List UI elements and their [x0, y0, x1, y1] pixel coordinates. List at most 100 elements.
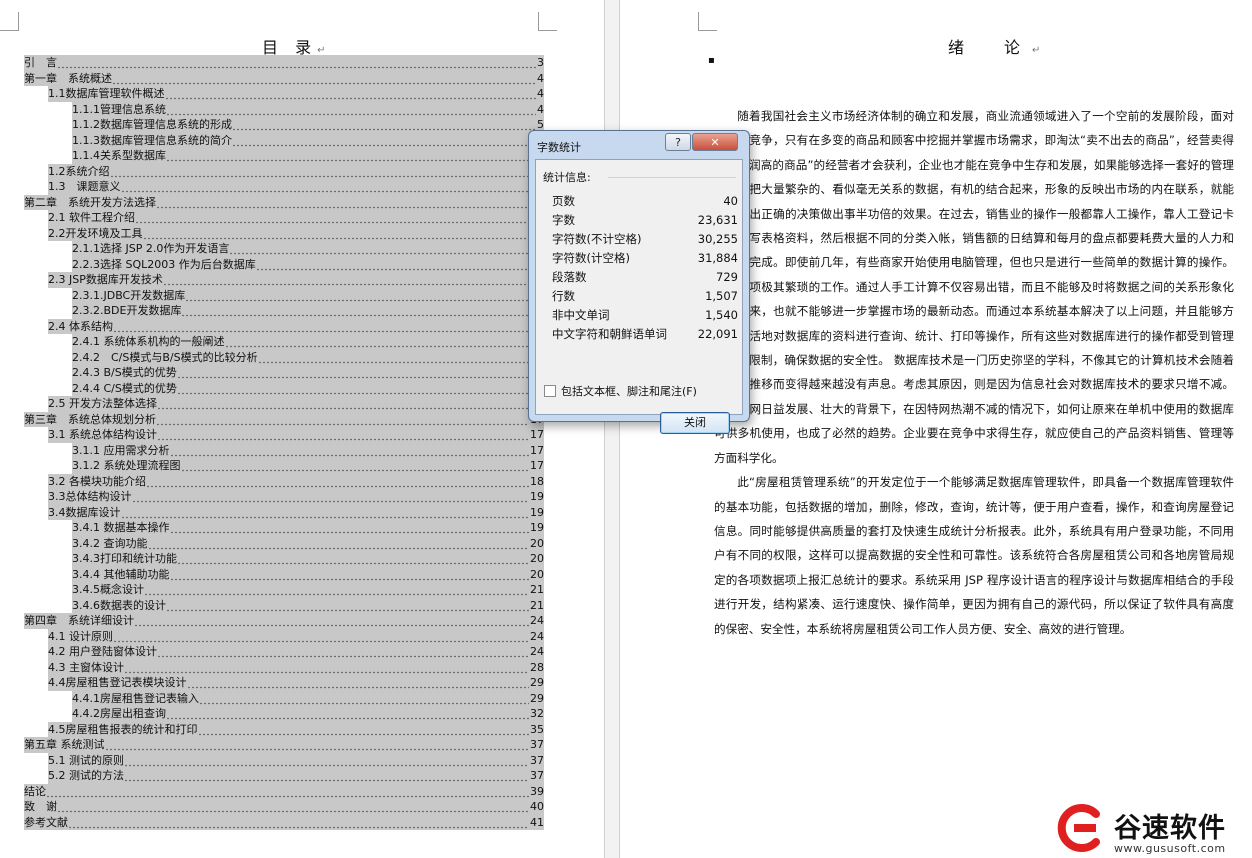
toc-entry[interactable]: 5.2 测试的方法 37 [24, 768, 544, 784]
toc-entry[interactable]: 3.1 系统总体结构设计 17 [24, 427, 544, 443]
toc-entry-text: 第三章 系统总体规划分析 [24, 411, 156, 427]
toc-entry[interactable]: 第四章 系统详细设计 24 [24, 613, 544, 629]
stat-row: 字数 23,631 [552, 211, 738, 230]
toc-entry[interactable]: 结论 39 [24, 783, 544, 799]
toc-entry[interactable]: 3.4.1 数据基本操作 19 [24, 520, 544, 536]
toc-entry[interactable]: 3.4.2 查询功能 20 [24, 535, 544, 551]
toc-list: 引 言 3 第一章 系统概述 4 1.1数据库管理软件概述 4 1.1.1管理信息系统 4 1.… [24, 55, 544, 830]
toc-entry-text: 1.1.3数据库管理信息系统的简介 [72, 132, 232, 148]
toc-entry-page: 24 [529, 644, 544, 660]
toc-entry-text: 第一章 系统概述 [24, 70, 112, 86]
toc-entry-page: 37 [529, 737, 544, 753]
close-button[interactable]: 关闭 [660, 412, 730, 434]
body-title: 绪 论↵ [948, 38, 1041, 57]
toc-leader-dots [166, 148, 536, 164]
toc-entry[interactable]: 3.1.1 应用需求分析 17 [24, 442, 544, 458]
toc-entry[interactable]: 4.3 主窗体设计 28 [24, 659, 544, 675]
gusu-logo-icon [1057, 804, 1100, 852]
toc-entry[interactable]: 3.2 各模块功能介绍 18 [24, 473, 544, 489]
toc-entry-text: 3.2 各模块功能介绍 [48, 473, 146, 489]
toc-entry[interactable]: 3.1.2 系统处理流程图 17 [24, 458, 544, 474]
stat-value: 40 [723, 194, 738, 208]
toc-entry[interactable]: 2.1.1选择 JSP 2.0作为开发语言11 [24, 241, 544, 257]
page-gutter [604, 0, 620, 858]
toc-entry[interactable]: 2.4.4 C/S模式的优势16 [24, 380, 544, 396]
toc-entry[interactable]: 3.4.3打印和统计功能 20 [24, 551, 544, 567]
toc-entry[interactable]: 1.2系统介绍8 [24, 163, 544, 179]
toc-entry[interactable]: 1.3 课题意义9 [24, 179, 544, 195]
stat-row: 页数 40 [552, 192, 738, 211]
toc-entry-text: 2.1.1选择 JSP 2.0作为开发语言 [72, 241, 230, 257]
stat-row: 中文字符和朝鲜语单词 22,091 [552, 325, 738, 344]
toc-entry[interactable]: 1.1.3数据库管理信息系统的简介6 [24, 132, 544, 148]
toc-entry[interactable]: 2.3 JSP数据库开发技术12 [24, 272, 544, 288]
toc-entry-text: 3.3总体结构设计 [48, 489, 132, 505]
toc-entry[interactable]: 2.3.1.JDBC开发数据库13 [24, 287, 544, 303]
close-icon[interactable]: ✕ [692, 133, 738, 151]
toc-entry[interactable]: 5.1 测试的原则 37 [24, 752, 544, 768]
toc-leader-dots [197, 721, 529, 737]
toc-entry-page: 40 [529, 799, 544, 815]
toc-leader-dots [157, 427, 529, 443]
toc-entry[interactable]: 第二章 系统开发方法选择10 [24, 194, 544, 210]
toc-entry[interactable]: 第一章 系统概述 4 [24, 70, 544, 86]
include-textboxes-checkbox[interactable]: 包括文本框、脚注和尾注(F) [544, 383, 697, 399]
toc-entry-page: 35 [529, 721, 544, 737]
toc-entry[interactable]: 2.3.2.BDE开发数据库14 [24, 303, 544, 319]
toc-leader-dots [177, 551, 529, 567]
toc-entry-text: 致 谢 [24, 799, 57, 815]
toc-entry[interactable]: 4.2 用户登陆窗体设计 24 [24, 644, 544, 660]
stat-label: 中文字符和朝鲜语单词 [552, 327, 667, 341]
stat-value: 23,631 [697, 213, 738, 227]
stat-label: 字符数(计空格) [552, 251, 630, 265]
toc-entry[interactable]: 3.4.4 其他辅助功能 20 [24, 566, 544, 582]
toc-entry-text: 2.3 JSP数据库开发技术 [48, 272, 163, 288]
toc-entry[interactable]: 第五章 系统测试 37 [24, 737, 544, 753]
toc-entry-page: 4 [536, 101, 544, 117]
toc-entry[interactable]: 致 谢 40 [24, 799, 544, 815]
checkbox-box[interactable] [544, 385, 556, 397]
help-button[interactable]: ? [665, 133, 691, 151]
toc-entry[interactable]: 第三章 系统总体规划分析17 [24, 411, 544, 427]
toc-entry[interactable]: 2.1 软件工程介绍10 [24, 210, 544, 226]
toc-entry[interactable]: 4.4房屋租售登记表模块设计 29 [24, 675, 544, 691]
dialog-titlebar[interactable]: 字数统计 ? ✕ [529, 131, 749, 159]
toc-entry[interactable]: 3.4数据库设计 19 [24, 504, 544, 520]
toc-entry[interactable]: 2.4.1 系统体系机构的一般阐述14 [24, 334, 544, 350]
toc-entry[interactable]: 1.1.4关系型数据库7 [24, 148, 544, 164]
toc-entry[interactable]: 1.1.1管理信息系统 4 [24, 101, 544, 117]
stat-label: 非中文单词 [552, 308, 610, 322]
toc-leader-dots [185, 287, 529, 303]
toc-leader-dots [113, 318, 529, 334]
toc-entry-page: 29 [529, 690, 544, 706]
toc-entry[interactable]: 4.5房屋租售报表的统计和打印 35 [24, 721, 544, 737]
toc-entry[interactable]: 4.4.2房屋出租查询 32 [24, 706, 544, 722]
toc-entry[interactable]: 4.4.1房屋租售登记表输入 29 [24, 690, 544, 706]
toc-entry-text: 4.4.1房屋租售登记表输入 [72, 690, 199, 706]
toc-entry[interactable]: 2.2.3选择 SQL2003 作为后台数据库12 [24, 256, 544, 272]
toc-entry[interactable]: 2.4 体系结构14 [24, 318, 544, 334]
toc-entry[interactable]: 3.4.5概念设计 21 [24, 582, 544, 598]
toc-entry[interactable]: 1.1.2数据库管理信息系统的形成 5 [24, 117, 544, 133]
stat-label: 字符数(不计空格) [552, 232, 642, 246]
body-text[interactable]: 随着我国社会主义市场经济体制的确立和发展，商业流通领域进入了一个空前的发展阶段，… [714, 104, 1234, 641]
toc-entry[interactable]: 2.5 开发方法整体选择16 [24, 396, 544, 412]
body-paragraph: 随着我国社会主义市场经济体制的确立和发展，商业流通领域进入了一个空前的发展阶段，… [714, 109, 1234, 465]
toc-entry[interactable]: 2.2开发环境及工具11 [24, 225, 544, 241]
toc-entry-text: 4.3 主窗体设计 [48, 659, 124, 675]
toc-entry[interactable]: 3.3总体结构设计 19 [24, 489, 544, 505]
toc-entry-page: 4 [536, 86, 544, 102]
toc-entry[interactable]: 引 言 3 [24, 55, 544, 71]
toc-entry[interactable]: 2.4.3 B/S模式的优势15 [24, 365, 544, 381]
toc-entry-text: 2.4.2 C/S模式与B/S模式的比较分析 [72, 349, 258, 365]
toc-entry[interactable]: 4.1 设计原则 24 [24, 628, 544, 644]
toc-entry[interactable]: 1.1数据库管理软件概述 4 [24, 86, 544, 102]
toc-entry-text: 3.4数据库设计 [48, 504, 121, 520]
toc-entry-text: 1.1数据库管理软件概述 [48, 86, 165, 102]
toc-entry[interactable]: 参考文献 41 [24, 814, 544, 830]
toc-entry[interactable]: 2.4.2 C/S模式与B/S模式的比较分析15 [24, 349, 544, 365]
toc-entry[interactable]: 3.4.6数据表的设计 21 [24, 597, 544, 613]
toc-leader-dots [120, 179, 536, 195]
toc-entry-text: 4.5房屋租售报表的统计和打印 [48, 721, 198, 737]
toc-entry-text: 4.4房屋租售登记表模块设计 [48, 675, 187, 691]
